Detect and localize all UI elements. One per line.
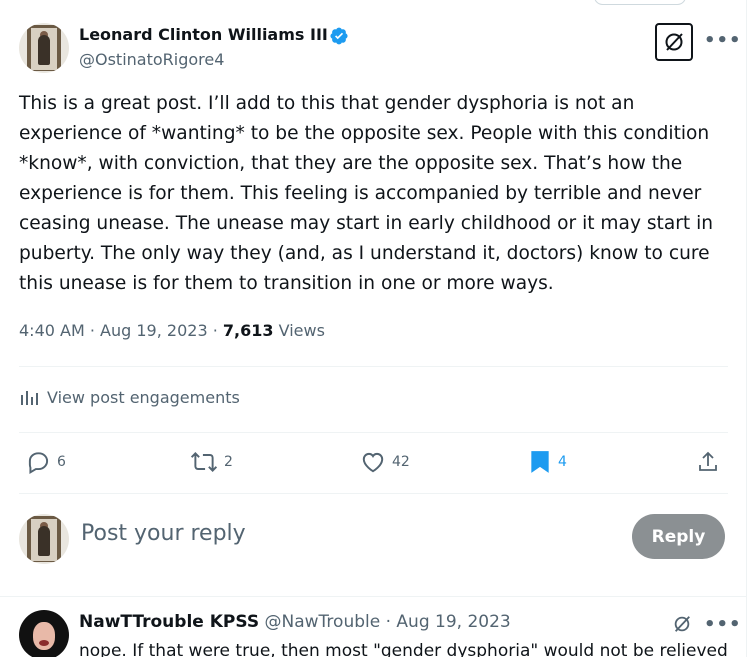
current-user-avatar[interactable] <box>19 514 69 564</box>
views-label: Views <box>278 321 325 340</box>
share-icon <box>699 451 717 471</box>
reply-input[interactable]: Post your reply <box>81 521 246 546</box>
divider <box>19 366 728 367</box>
like-action[interactable]: 42 <box>360 449 410 475</box>
post-time[interactable]: 4:40 AM <box>19 321 85 340</box>
heart-icon <box>362 452 384 473</box>
bookmark-filled-icon <box>531 451 549 473</box>
reply-button[interactable]: Reply <box>632 514 725 559</box>
repost-icon <box>190 452 218 472</box>
author-name[interactable]: Leonard Clinton Williams III <box>79 25 328 44</box>
engagements-label: View post engagements <box>47 387 240 407</box>
repost-action[interactable]: 2 <box>190 449 233 475</box>
repost-count: 2 <box>224 454 233 470</box>
divider <box>0 596 746 597</box>
like-count: 42 <box>392 454 410 470</box>
author-avatar[interactable] <box>19 23 69 73</box>
views-count: 7,613 <box>222 321 274 340</box>
divider <box>19 432 728 433</box>
reply-separator: · <box>385 612 392 632</box>
post-meta: 4:40 AM · Aug 19, 2023 · 7,613 Views <box>19 321 325 340</box>
grok-icon[interactable] <box>672 614 692 634</box>
grok-icon <box>665 33 683 51</box>
reply-header: NawTTrouble KPSS @NawTrouble · Aug 19, 2… <box>79 612 511 632</box>
post-date[interactable]: Aug 19, 2023 <box>100 321 208 340</box>
reply-action[interactable]: 6 <box>25 449 66 475</box>
reply-text: nope. If that were true, then most "gend… <box>79 641 728 657</box>
reply-date[interactable]: Aug 19, 2023 <box>396 612 510 632</box>
reply-author-avatar[interactable] <box>19 610 69 657</box>
post-text: This is a great post. I’ll add to this t… <box>19 93 714 294</box>
verified-badge-icon <box>330 27 348 45</box>
analytics-icon <box>21 391 38 405</box>
meta-separator: · <box>212 321 218 340</box>
reply-count: 6 <box>57 454 66 470</box>
meta-separator: · <box>89 321 95 340</box>
author-handle[interactable]: @OstinatoRigore4 <box>79 50 224 69</box>
reply-icon <box>28 452 49 475</box>
more-options-icon[interactable]: ••• <box>704 30 742 51</box>
share-action[interactable] <box>696 449 720 475</box>
bookmark-action[interactable]: 4 <box>528 449 567 475</box>
reply-more-options-icon[interactable]: ••• <box>704 614 742 635</box>
reply-author-name[interactable]: NawTTrouble KPSS <box>79 612 259 632</box>
top-pill-edge <box>594 0 686 5</box>
view-engagements-link[interactable]: View post engagements <box>19 387 240 407</box>
column-border <box>746 0 747 657</box>
reply-author-handle[interactable]: @NawTrouble <box>265 612 381 632</box>
divider <box>19 493 728 494</box>
grok-button[interactable] <box>655 23 693 61</box>
bookmark-count: 4 <box>558 454 567 470</box>
